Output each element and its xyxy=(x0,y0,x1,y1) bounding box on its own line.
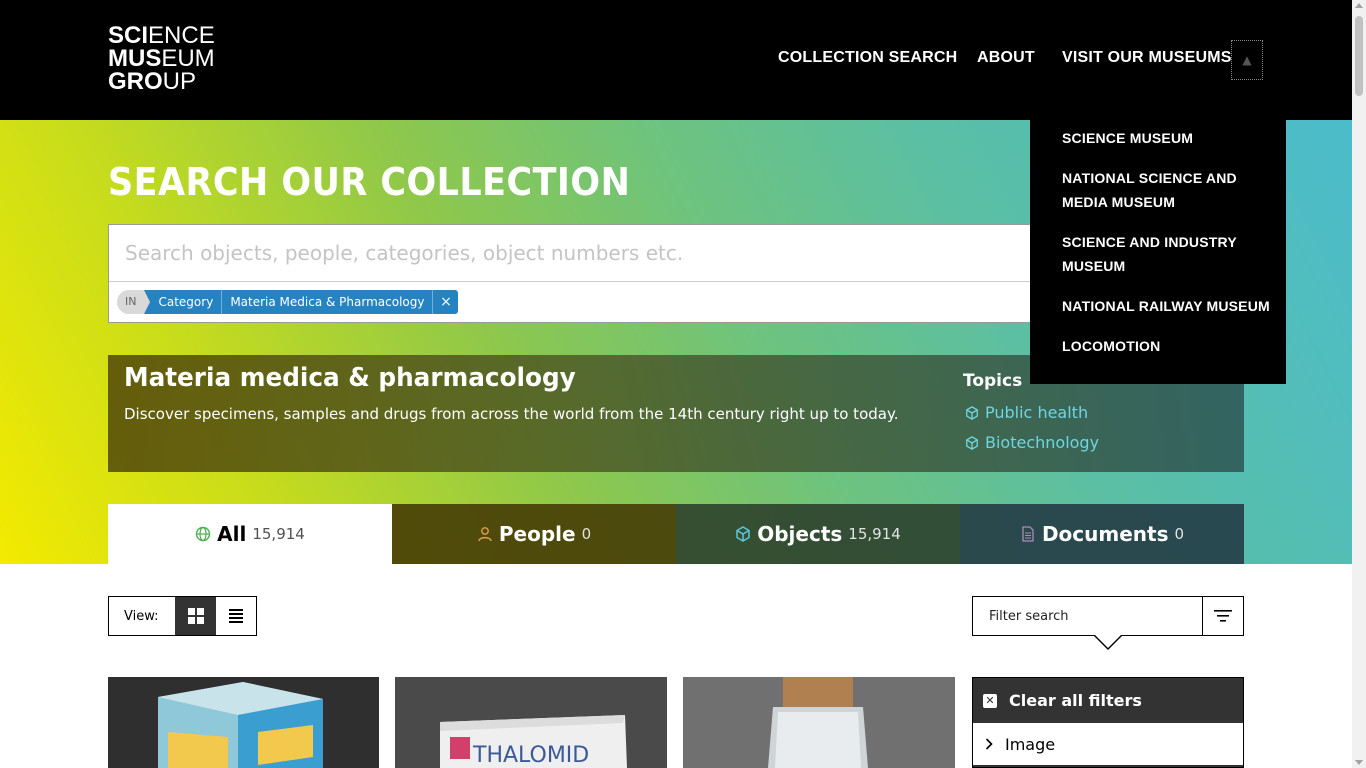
topic-label: Public health xyxy=(985,403,1089,422)
filter-icon xyxy=(1214,610,1232,622)
tab-people[interactable]: People 0 xyxy=(392,504,676,564)
list-icon xyxy=(229,609,243,623)
svg-text:THALOMID: THALOMID xyxy=(472,743,589,768)
cube-icon xyxy=(736,526,750,542)
topic-link-public-health[interactable]: Public health xyxy=(965,403,1088,422)
topics-heading: Topics xyxy=(963,371,1023,391)
nav-collection-search[interactable]: COLLECTION SEARCH xyxy=(778,49,957,67)
view-switcher: View: xyxy=(108,596,257,636)
cube-icon xyxy=(966,435,978,450)
result-image: THALOMID xyxy=(395,677,667,768)
nav-about[interactable]: ABOUT xyxy=(977,49,1035,67)
chip-category-value: Materia Medica & Pharmacology xyxy=(221,290,433,314)
topic-label: Biotechnology xyxy=(985,433,1100,452)
result-image xyxy=(108,677,379,768)
result-card[interactable] xyxy=(683,677,955,768)
tab-label: All xyxy=(217,522,247,546)
tab-label: Objects xyxy=(757,522,843,546)
tab-count: 0 xyxy=(581,525,592,543)
menu-item-science-and-industry-museum[interactable]: SCIENCE AND INDUSTRY MUSEUM xyxy=(1062,230,1277,278)
filter-panel-caret xyxy=(1093,634,1123,650)
cube-icon xyxy=(966,405,978,420)
menu-item-national-railway-museum[interactable]: NATIONAL RAILWAY MUSEUM xyxy=(1062,294,1277,318)
tab-all[interactable]: All 15,914 xyxy=(108,504,392,564)
logo-line-3: GROUP xyxy=(108,68,197,95)
clear-filters-label: Clear all filters xyxy=(1009,691,1142,710)
category-title: Materia medica & pharmacology xyxy=(124,363,576,393)
filters-panel: ✕ Clear all filters Image xyxy=(972,677,1244,768)
visit-menu-toggle[interactable]: ▲ xyxy=(1231,40,1263,80)
menu-item-national-science-and-media-museum[interactable]: NATIONAL SCIENCE AND MEDIA MUSEUM xyxy=(1062,166,1277,214)
site-header: SCIENCE MUSEUM GROUP COLLECTION SEARCH A… xyxy=(0,0,1352,120)
result-type-tabs: All 15,914 People 0 Objects 15,914 Docum… xyxy=(108,504,1244,564)
chevron-right-icon xyxy=(985,738,993,750)
filter-group-image[interactable]: Image xyxy=(973,723,1243,767)
scroll-up-arrow-icon[interactable] xyxy=(1355,3,1363,8)
scroll-down-arrow-icon[interactable] xyxy=(1355,760,1363,765)
result-card[interactable]: THALOMID xyxy=(395,677,667,768)
filter-search-box xyxy=(972,596,1244,636)
clear-all-filters-button[interactable]: ✕ Clear all filters xyxy=(973,678,1243,723)
list-view-button[interactable] xyxy=(216,597,256,635)
menu-item-science-museum[interactable]: SCIENCE MUSEUM xyxy=(1062,126,1277,150)
filter-toggle-button[interactable] xyxy=(1203,597,1243,635)
tab-count: 15,914 xyxy=(848,525,901,543)
nav-visit-our-museums[interactable]: VISIT OUR MUSEUMS xyxy=(1062,49,1232,67)
grid-view-button[interactable] xyxy=(175,597,216,635)
chip-in-label: IN xyxy=(117,290,145,314)
visit-museums-dropdown: SCIENCE MUSEUM NATIONAL SCIENCE AND MEDI… xyxy=(1030,120,1286,384)
chip-remove-button[interactable]: × xyxy=(432,290,459,314)
globe-icon xyxy=(195,526,211,542)
menu-item-locomotion[interactable]: LOCOMOTION xyxy=(1062,334,1277,358)
person-icon xyxy=(478,527,492,542)
view-label: View: xyxy=(124,608,159,624)
active-filter-chips: IN Category Materia Medica & Pharmacolog… xyxy=(117,290,459,314)
category-description: Discover specimens, samples and drugs fr… xyxy=(124,405,899,423)
grid-icon xyxy=(187,608,204,624)
science-museum-group-logo[interactable]: SCIENCE MUSEUM GROUP xyxy=(108,24,215,95)
tab-count: 15,914 xyxy=(252,525,305,543)
tab-count: 0 xyxy=(1174,525,1185,543)
chip-category-type: Category xyxy=(144,290,222,314)
tab-label: People xyxy=(498,522,576,546)
tab-documents[interactable]: Documents 0 xyxy=(960,504,1244,564)
tab-objects[interactable]: Objects 15,914 xyxy=(676,504,960,564)
filter-group-label: Image xyxy=(1005,734,1056,754)
page-title: SEARCH OUR COLLECTION xyxy=(108,160,631,204)
topic-link-biotechnology[interactable]: Biotechnology xyxy=(965,433,1099,452)
tab-label: Documents xyxy=(1041,522,1169,546)
scrollbar-thumb[interactable] xyxy=(1355,16,1363,96)
close-icon: ✕ xyxy=(983,693,997,708)
page-scrollbar[interactable] xyxy=(1352,0,1366,768)
result-card[interactable] xyxy=(108,677,379,768)
filter-search-input[interactable] xyxy=(973,597,1203,635)
document-icon xyxy=(1022,526,1034,542)
result-image xyxy=(683,677,955,768)
